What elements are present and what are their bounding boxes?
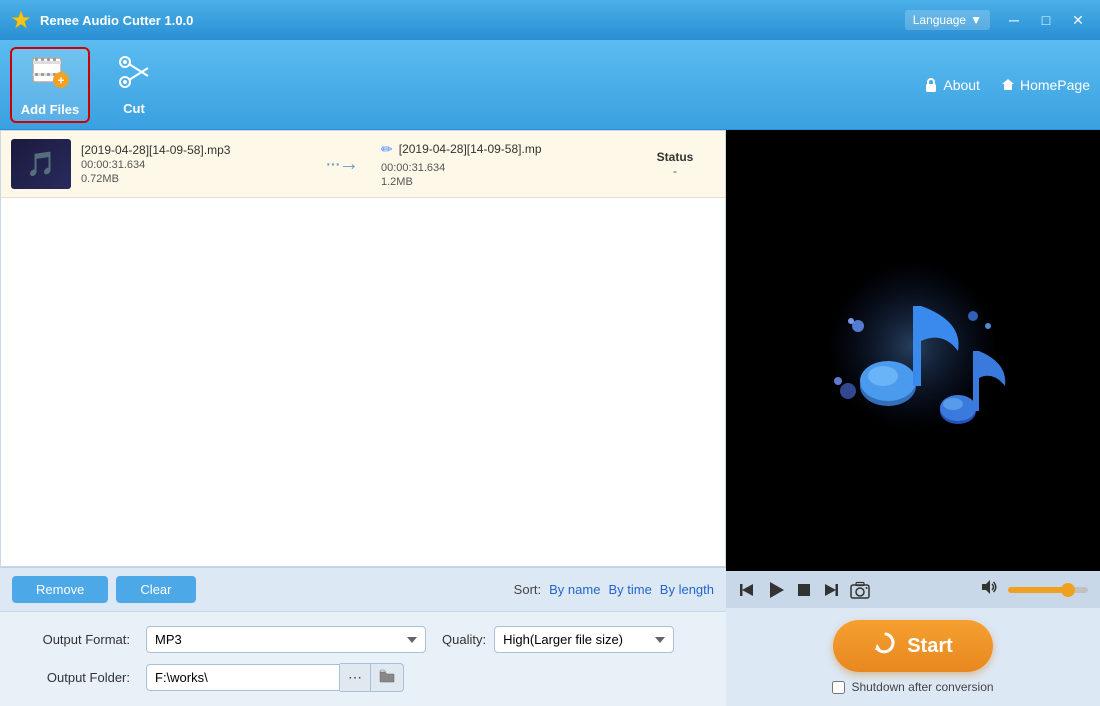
add-files-button[interactable]: + Add Files bbox=[10, 47, 90, 123]
toolbar-nav: About HomePage bbox=[923, 77, 1090, 93]
quality-group: Quality: High(Larger file size) Medium L… bbox=[442, 626, 674, 653]
shutdown-row: Shutdown after conversion bbox=[832, 680, 993, 694]
titlebar: Renee Audio Cutter 1.0.0 Language ▼ ─ □ … bbox=[0, 0, 1100, 40]
status-label: Status bbox=[635, 150, 715, 164]
maximize-button[interactable]: □ bbox=[1034, 8, 1058, 32]
output-format-label: Output Format: bbox=[20, 632, 130, 647]
edit-icon: ✏ bbox=[381, 141, 393, 158]
format-row: Output Format: MP3 AAC WAV OGG WMA FLAC … bbox=[20, 626, 706, 653]
stop-button[interactable] bbox=[796, 582, 812, 598]
start-area: Start Shutdown after conversion bbox=[726, 608, 1100, 706]
main-area: 🎵 [2019-04-28][14-09-58].mp3 00:00:31.63… bbox=[0, 130, 1100, 706]
left-panel: 🎵 [2019-04-28][14-09-58].mp3 00:00:31.63… bbox=[0, 130, 726, 706]
shutdown-checkbox[interactable] bbox=[832, 681, 845, 694]
source-duration: 00:00:31.634 bbox=[81, 159, 301, 171]
sort-by-length[interactable]: By length bbox=[660, 582, 714, 597]
skip-back-icon bbox=[738, 581, 756, 599]
quality-select[interactable]: High(Larger file size) Medium Low bbox=[494, 626, 674, 653]
cut-label: Cut bbox=[123, 101, 145, 116]
shutdown-label: Shutdown after conversion bbox=[851, 680, 993, 694]
homepage-label: HomePage bbox=[1020, 77, 1090, 93]
right-panel: Start Shutdown after conversion bbox=[726, 130, 1100, 706]
remove-button[interactable]: Remove bbox=[12, 576, 108, 603]
file-thumbnail: 🎵 bbox=[11, 139, 71, 189]
cut-icon bbox=[116, 54, 152, 97]
source-info: [2019-04-28][14-09-58].mp3 00:00:31.634 … bbox=[81, 143, 301, 185]
titlebar-left: Renee Audio Cutter 1.0.0 bbox=[10, 9, 193, 31]
close-button[interactable]: ✕ bbox=[1066, 8, 1090, 32]
output-folder-label: Output Folder: bbox=[20, 670, 130, 685]
toolbar: + Add Files Cut About bbox=[0, 40, 1100, 130]
volume-thumb bbox=[1061, 583, 1075, 597]
volume-svg bbox=[980, 579, 998, 595]
output-info: ✏ [2019-04-28][14-09-58].mp 00:00:31.634… bbox=[381, 141, 625, 188]
titlebar-controls: Language ▼ ─ □ ✕ bbox=[905, 8, 1090, 32]
quality-label: Quality: bbox=[442, 632, 486, 647]
music-visualization bbox=[803, 241, 1023, 461]
output-filename: [2019-04-28][14-09-58].mp bbox=[399, 142, 542, 156]
output-duration: 00:00:31.634 bbox=[381, 162, 625, 174]
minimize-button[interactable]: ─ bbox=[1002, 8, 1026, 32]
arrow-icon: ···→ bbox=[325, 153, 357, 176]
language-dropdown-icon: ▼ bbox=[970, 13, 982, 27]
add-files-label: Add Files bbox=[21, 102, 80, 117]
sort-by-time[interactable]: By time bbox=[608, 582, 651, 597]
output-format-select[interactable]: MP3 AAC WAV OGG WMA FLAC bbox=[146, 626, 426, 653]
sort-by-name[interactable]: By name bbox=[549, 582, 600, 597]
window-controls: ─ □ ✕ bbox=[1002, 8, 1090, 32]
music-note-icon: 🎵 bbox=[26, 150, 56, 179]
table-row: 🎵 [2019-04-28][14-09-58].mp3 00:00:31.63… bbox=[1, 131, 725, 198]
preview-area bbox=[726, 130, 1100, 571]
play-icon bbox=[766, 580, 786, 600]
start-label: Start bbox=[907, 635, 953, 658]
folder-row: Output Folder: ⋯ bbox=[20, 663, 706, 692]
open-folder-icon bbox=[379, 669, 395, 683]
volume-slider[interactable] bbox=[1008, 587, 1088, 593]
folder-input-group: ⋯ bbox=[146, 663, 404, 692]
sort-area: Sort: By name By time By length bbox=[514, 582, 714, 597]
stop-icon bbox=[796, 582, 812, 598]
skip-forward-button[interactable] bbox=[822, 581, 840, 599]
bottom-controls: Remove Clear Sort: By name By time By le… bbox=[0, 567, 726, 611]
about-label: About bbox=[943, 77, 980, 93]
volume-icon bbox=[980, 579, 998, 600]
screenshot-button[interactable] bbox=[850, 581, 870, 599]
about-link[interactable]: About bbox=[923, 77, 980, 93]
output-size: 1.2MB bbox=[381, 176, 625, 188]
output-header: ✏ [2019-04-28][14-09-58].mp bbox=[381, 141, 625, 158]
skip-back-button[interactable] bbox=[738, 581, 756, 599]
file-list: 🎵 [2019-04-28][14-09-58].mp3 00:00:31.63… bbox=[0, 130, 726, 567]
cut-button[interactable]: Cut bbox=[94, 47, 174, 123]
cut-svg bbox=[116, 54, 152, 90]
start-refresh-icon bbox=[873, 630, 899, 662]
language-button[interactable]: Language ▼ bbox=[905, 10, 990, 30]
settings-area: Output Format: MP3 AAC WAV OGG WMA FLAC … bbox=[0, 611, 726, 706]
svg-text:+: + bbox=[57, 74, 64, 88]
language-label: Language bbox=[913, 13, 966, 27]
start-button[interactable]: Start bbox=[833, 620, 993, 672]
homepage-link[interactable]: HomePage bbox=[1000, 77, 1090, 93]
camera-icon bbox=[850, 581, 870, 599]
play-button[interactable] bbox=[766, 580, 786, 600]
home-icon bbox=[1000, 77, 1016, 93]
add-files-svg: + bbox=[31, 52, 69, 90]
app-title: Renee Audio Cutter 1.0.0 bbox=[40, 13, 193, 28]
player-controls bbox=[726, 571, 1100, 608]
skip-forward-icon bbox=[822, 581, 840, 599]
app-logo-icon bbox=[10, 9, 32, 31]
start-icon-svg bbox=[873, 630, 899, 656]
status-area: Status - bbox=[635, 150, 715, 178]
folder-open-button[interactable] bbox=[371, 663, 404, 692]
status-value: - bbox=[635, 164, 715, 178]
thumbnail-inner: 🎵 bbox=[11, 139, 71, 189]
folder-input[interactable] bbox=[146, 664, 340, 691]
source-size: 0.72MB bbox=[81, 173, 301, 185]
sort-label: Sort: bbox=[514, 582, 541, 597]
folder-browse-button[interactable]: ⋯ bbox=[340, 663, 371, 692]
add-files-icon: + bbox=[31, 52, 69, 98]
source-filename: [2019-04-28][14-09-58].mp3 bbox=[81, 143, 301, 157]
lock-icon bbox=[923, 77, 939, 93]
arrow-area: ···→ bbox=[311, 153, 371, 176]
clear-button[interactable]: Clear bbox=[116, 576, 195, 603]
